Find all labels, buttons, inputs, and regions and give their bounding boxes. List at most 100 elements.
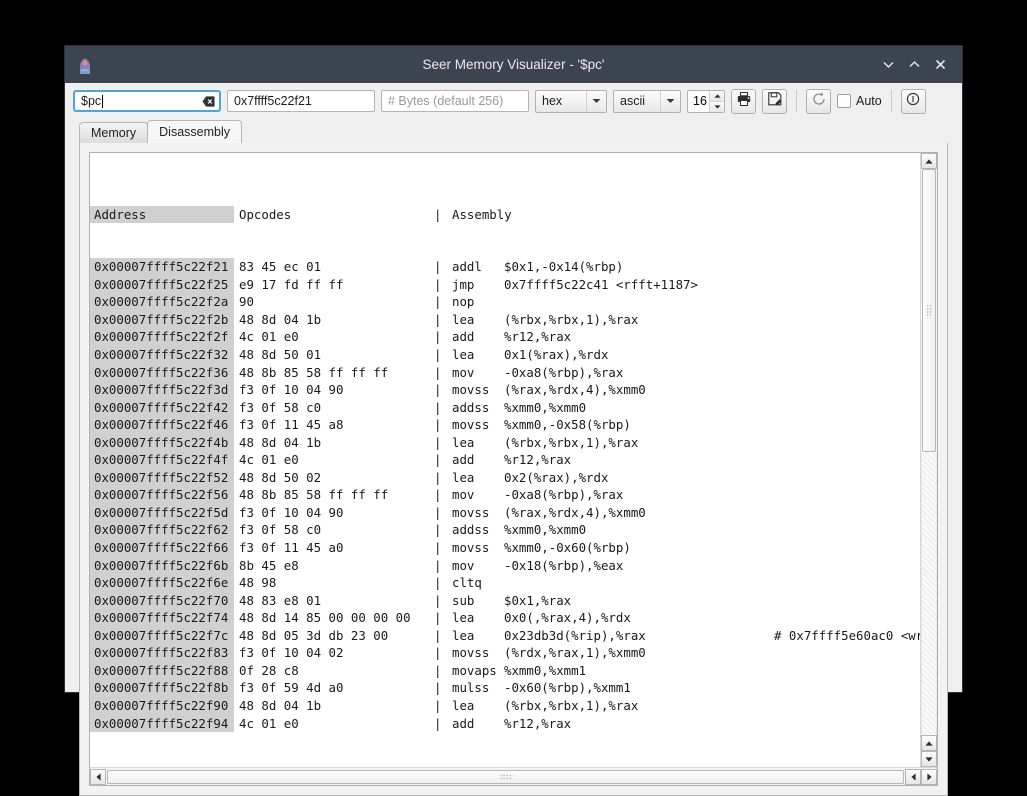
- disassembly-row[interactable]: 0x00007ffff5c22f3d f3 0f 10 04 90 | movss (%…: [90, 381, 920, 399]
- disassembly-row[interactable]: 0x00007ffff5c22f8b f3 0f 59 4d a0 | mulss -0…: [90, 679, 920, 697]
- row-operands: (%rax,%rdx,4),%xmm0: [504, 504, 646, 520]
- disassembly-row[interactable]: 0x00007ffff5c22f88 0f 28 c8 | movaps %xmm0,%…: [90, 661, 920, 680]
- row-operands: %xmm0,%xmm1: [504, 662, 587, 678]
- disassembly-row[interactable]: 0x00007ffff5c22f2a 90 | nop: [90, 293, 920, 311]
- encoding-select[interactable]: ascii: [613, 89, 681, 113]
- disassembly-row[interactable]: 0x00007ffff5c22f6b 8b 45 e8 | mov -0x18(%rbp…: [90, 556, 920, 575]
- row-address: 0x00007ffff5c22f42: [90, 398, 234, 417]
- disassembly-row[interactable]: 0x00007ffff5c22f52 48 8d 50 02 | lea 0x2(%ra…: [90, 468, 920, 487]
- disassembly-row[interactable]: 0x00007ffff5c22f36 48 8b 85 58 ff ff ff | m…: [90, 363, 920, 382]
- row-opcodes: f3 0f 58 c0: [239, 522, 322, 538]
- close-button[interactable]: [928, 53, 952, 77]
- disassembly-code-area[interactable]: Address Opcodes | Assembly 0x00007ffff5c…: [90, 153, 920, 768]
- disassembly-row[interactable]: 0x00007ffff5c22f74 48 8d 14 85 00 00 00 0…: [90, 609, 920, 627]
- format-select[interactable]: hex: [535, 89, 607, 113]
- clear-backspace-icon[interactable]: [202, 95, 215, 108]
- disassembly-row[interactable]: 0x00007ffff5c22f2f 4c 01 e0 | add %r12,%rax: [90, 328, 920, 347]
- vertical-scrollbar-thumb[interactable]: [922, 169, 936, 452]
- disassembly-row[interactable]: 0x00007ffff5c22f42 f3 0f 58 c0 | addss %xmm0…: [90, 398, 920, 417]
- scroll-left-button[interactable]: [90, 768, 106, 785]
- address-input[interactable]: 0x7ffff5c22f21: [227, 90, 375, 112]
- disassembly-row[interactable]: 0x00007ffff5c22f6e 48 98 | cltq: [90, 574, 920, 592]
- disassembly-row[interactable]: 0x00007ffff5c22f56 48 8b 85 58 ff ff ff | m…: [90, 486, 920, 504]
- scroll-left-button-right[interactable]: [905, 768, 921, 785]
- disassembly-row[interactable]: 0x00007ffff5c22f70 48 83 e8 01 | sub $0x1,%r…: [90, 591, 920, 610]
- info-button[interactable]: [900, 88, 926, 114]
- maximize-button[interactable]: [902, 53, 926, 77]
- disassembly-row[interactable]: 0x00007ffff5c22f90 48 8d 04 1b | lea (%rbx,%…: [90, 696, 920, 715]
- column-header-assembly: Assembly: [452, 206, 512, 222]
- row-operands: (%rbx,%rbx,1),%rax: [504, 311, 639, 327]
- horizontal-scrollbar[interactable]: [90, 767, 937, 786]
- row-mnemonic: add: [452, 329, 475, 345]
- expression-input[interactable]: $pc: [73, 90, 221, 112]
- row-divider-pipe: |: [434, 557, 442, 573]
- row-divider-pipe: |: [434, 347, 442, 363]
- row-opcodes: f3 0f 10 04 90: [239, 504, 344, 520]
- vertical-scrollbar-track[interactable]: [921, 452, 937, 736]
- row-mnemonic: addss: [452, 522, 490, 538]
- seer-hooded-figure-icon: [74, 53, 96, 76]
- row-divider-pipe: |: [434, 276, 442, 292]
- row-operands: %r12,%rax: [504, 715, 572, 731]
- row-opcodes: 90: [239, 294, 254, 310]
- disassembly-row[interactable]: 0x00007ffff5c22f5d f3 0f 10 04 90 | movss (%…: [90, 503, 920, 522]
- scroll-up-button[interactable]: [921, 153, 937, 169]
- row-mnemonic: mov: [452, 487, 475, 503]
- disassembly-header-row: Address Opcodes | Assembly: [90, 205, 920, 224]
- scroll-up-button-bottom[interactable]: [921, 735, 937, 752]
- disassembly-row[interactable]: 0x00007ffff5c22f83 f3 0f 10 04 02 | movss (%…: [90, 644, 920, 662]
- tab-disassembly[interactable]: Disassembly: [147, 120, 243, 143]
- row-operands: %xmm0,-0x58(%rbp): [504, 417, 631, 433]
- auto-checkbox[interactable]: [837, 94, 851, 108]
- row-opcodes: 4c 01 e0: [239, 329, 299, 345]
- disassembly-row[interactable]: 0x00007ffff5c22f94 4c 01 e0 | add %r12,%rax: [90, 714, 920, 733]
- disassembly-row[interactable]: 0x00007ffff5c22f21 83 45 ec 01 | addl $0x1,-…: [90, 258, 920, 276]
- row-address: 0x00007ffff5c22f2a: [90, 293, 234, 311]
- minimize-button[interactable]: [876, 53, 900, 77]
- row-opcodes: 48 8d 04 1b: [239, 434, 322, 450]
- row-opcodes: f3 0f 11 45 a0: [239, 540, 344, 556]
- stepper-down-icon[interactable]: [710, 101, 724, 112]
- tab-memory[interactable]: Memory: [79, 122, 149, 143]
- row-operands: 0x2(%rax),%rdx: [504, 469, 609, 485]
- row-address: 0x00007ffff5c22f74: [90, 609, 234, 627]
- vertical-scrollbar[interactable]: [920, 153, 937, 768]
- disassembly-row[interactable]: 0x00007ffff5c22f7c 48 8d 05 3d db 23 00 | l…: [90, 626, 920, 645]
- row-operands: -0x60(%rbp),%xmm1: [504, 680, 631, 696]
- disassembly-row[interactable]: 0x00007ffff5c22f4f 4c 01 e0 | add %r12,%rax: [90, 451, 920, 469]
- stepper-up-icon[interactable]: [710, 90, 724, 102]
- format-select-value: hex: [542, 94, 563, 108]
- scroll-down-button[interactable]: [921, 751, 937, 768]
- print-button[interactable]: [731, 88, 756, 114]
- disassembly-row[interactable]: 0x00007ffff5c22f4b 48 8d 04 1b | lea (%rbx,%…: [90, 433, 920, 452]
- row-address: 0x00007ffff5c22f7c: [90, 626, 234, 645]
- save-button[interactable]: [762, 88, 787, 114]
- row-opcodes: 4c 01 e0: [239, 715, 299, 731]
- disassembly-row[interactable]: 0x00007ffff5c22f46 f3 0f 11 45 a8 | movss %x…: [90, 416, 920, 434]
- row-divider-pipe: |: [434, 399, 442, 415]
- row-divider-pipe: |: [434, 592, 442, 608]
- bytes-count-input[interactable]: # Bytes (default 256): [381, 90, 529, 112]
- row-operands: -0xa8(%rbp),%rax: [504, 364, 624, 380]
- scroll-right-button[interactable]: [921, 768, 937, 785]
- horizontal-scrollbar-thumb[interactable]: [107, 769, 904, 784]
- row-divider-pipe: |: [434, 697, 442, 713]
- columns-stepper[interactable]: 16: [687, 89, 725, 113]
- row-divider-pipe: |: [434, 434, 442, 450]
- row-address: 0x00007ffff5c22f5d: [90, 503, 234, 522]
- row-divider-pipe: |: [434, 540, 442, 556]
- disassembly-row[interactable]: 0x00007ffff5c22f25 e9 17 fd ff ff | jmp 0x7f…: [90, 275, 920, 294]
- disassembly-row[interactable]: 0x00007ffff5c22f66 f3 0f 11 45 a0 | movss %x…: [90, 539, 920, 557]
- refresh-button[interactable]: [806, 88, 831, 114]
- disassembly-row[interactable]: 0x00007ffff5c22f32 48 8d 50 01 | lea 0x1(%ra…: [90, 346, 920, 364]
- disassembly-row[interactable]: 0x00007ffff5c22f2b 48 8d 04 1b | lea (%rbx,%…: [90, 310, 920, 329]
- row-mnemonic: movss: [452, 382, 490, 398]
- disassembly-row[interactable]: 0x00007ffff5c22f62 f3 0f 58 c0 | addss %xmm0…: [90, 521, 920, 540]
- row-mnemonic: add: [452, 715, 475, 731]
- row-mnemonic: lea: [452, 627, 475, 643]
- row-mnemonic: add: [452, 452, 475, 468]
- row-address: 0x00007ffff5c22f3d: [90, 381, 234, 399]
- row-mnemonic: movss: [452, 645, 490, 661]
- auto-checkbox-group[interactable]: Auto: [837, 94, 882, 108]
